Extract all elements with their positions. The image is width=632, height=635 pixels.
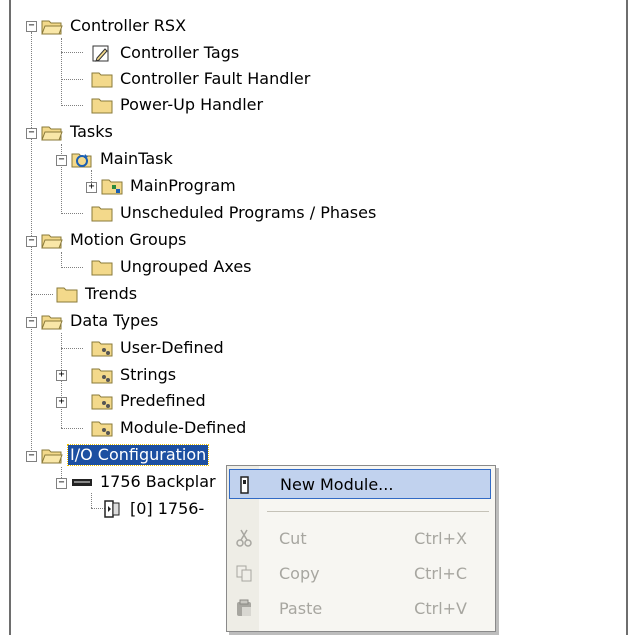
tree-node-maintask[interactable]: MainTask bbox=[71, 146, 175, 172]
tree-node-motion-groups[interactable]: Motion Groups bbox=[41, 227, 188, 253]
menu-separator bbox=[267, 511, 489, 512]
tree-node-label: MainTask bbox=[100, 149, 173, 168]
paste-icon bbox=[237, 599, 251, 616]
tree-node-mainprogram[interactable]: MainProgram bbox=[101, 173, 238, 199]
menu-item-new-module[interactable]: New Module... bbox=[229, 469, 491, 499]
scissors-icon bbox=[236, 529, 252, 547]
datatype-folder-icon bbox=[91, 341, 113, 357]
tree-node-label: I/O Configuration bbox=[66, 444, 210, 466]
tree-node-label: Controller Fault Handler bbox=[120, 69, 311, 88]
tree-line bbox=[61, 38, 62, 104]
tree-node-controller-rsx[interactable]: Controller RSX bbox=[41, 13, 188, 39]
tree-node-label: Controller Tags bbox=[120, 43, 240, 62]
datatype-folder-icon bbox=[91, 368, 113, 384]
datatype-folder-icon bbox=[91, 421, 113, 437]
program-icon bbox=[101, 179, 123, 195]
tree-node-unscheduled-programs[interactable]: Unscheduled Programs / Phases bbox=[91, 200, 378, 226]
tree-node-ungrouped-axes[interactable]: Ungrouped Axes bbox=[91, 254, 254, 280]
folder-icon bbox=[56, 287, 78, 303]
folder-icon bbox=[91, 72, 113, 88]
menu-item-paste[interactable]: Paste Ctrl+V bbox=[229, 593, 491, 623]
copy-icon bbox=[236, 565, 252, 582]
tree-node-user-defined[interactable]: User-Defined bbox=[91, 335, 226, 361]
menu-item-label: New Module... bbox=[280, 474, 394, 494]
tree-line bbox=[61, 252, 62, 268]
datatype-folder-icon bbox=[91, 394, 113, 410]
tree-node-controller-tags[interactable]: Controller Tags bbox=[91, 40, 241, 66]
tree-node-trends[interactable]: Trends bbox=[56, 281, 139, 307]
tree-node-label: Unscheduled Programs / Phases bbox=[120, 203, 377, 222]
task-icon bbox=[71, 153, 92, 168]
menu-item-shortcut: Ctrl+V bbox=[414, 598, 467, 618]
backplane-icon bbox=[72, 479, 92, 486]
tree-node-1756-backplane[interactable]: 1756 Backplar bbox=[71, 469, 218, 495]
new-module-icon bbox=[240, 476, 249, 494]
tree-node-slot-0-module[interactable]: [0] 1756- bbox=[101, 496, 206, 522]
expand-icon[interactable]: + bbox=[56, 370, 67, 381]
folder-open-icon bbox=[41, 20, 63, 35]
menu-item-label: Paste bbox=[279, 598, 323, 618]
module-icon bbox=[104, 500, 120, 518]
collapse-icon[interactable]: − bbox=[56, 478, 67, 489]
collapse-icon[interactable]: − bbox=[26, 236, 37, 247]
tree-node-tasks[interactable]: Tasks bbox=[41, 119, 115, 145]
tree-node-label: 1756 Backplar bbox=[100, 472, 216, 491]
expand-icon[interactable]: + bbox=[56, 397, 67, 408]
tree-node-label: Predefined bbox=[120, 391, 206, 410]
context-menu: New Module... Cut Ctrl+X Copy Ctrl+C Pas… bbox=[226, 465, 496, 632]
folder-open-icon bbox=[41, 234, 63, 249]
collapse-icon[interactable]: − bbox=[26, 317, 37, 328]
tree-node-power-up-handler[interactable]: Power-Up Handler bbox=[91, 92, 265, 118]
folder-icon bbox=[91, 206, 113, 222]
tree-node-label: MainProgram bbox=[130, 176, 236, 195]
tree-node-data-types[interactable]: Data Types bbox=[41, 308, 160, 334]
collapse-icon[interactable]: − bbox=[26, 21, 37, 32]
collapse-icon[interactable]: − bbox=[26, 451, 37, 462]
menu-item-cut[interactable]: Cut Ctrl+X bbox=[229, 523, 491, 553]
folder-open-icon bbox=[41, 126, 63, 141]
tree-node-label: Tasks bbox=[70, 122, 113, 141]
menu-item-label: Copy bbox=[279, 563, 320, 583]
tree-node-label: Power-Up Handler bbox=[120, 95, 264, 114]
tree-node-controller-fault-handler[interactable]: Controller Fault Handler bbox=[91, 66, 312, 92]
tree-node-strings[interactable]: Strings bbox=[91, 362, 178, 388]
tree-node-label: Motion Groups bbox=[70, 230, 187, 249]
expand-icon[interactable]: + bbox=[86, 182, 97, 193]
tree-node-label: Trends bbox=[85, 284, 138, 303]
folder-open-icon bbox=[41, 315, 63, 330]
tags-icon bbox=[92, 45, 109, 62]
folder-icon bbox=[91, 260, 113, 276]
tree-node-predefined[interactable]: Predefined bbox=[91, 388, 208, 414]
collapse-icon[interactable]: − bbox=[56, 155, 67, 166]
tree-node-label: Strings bbox=[120, 365, 177, 384]
tree-node-label: Controller RSX bbox=[70, 16, 187, 35]
menu-item-shortcut: Ctrl+X bbox=[414, 528, 467, 548]
tree-node-label: Module-Defined bbox=[120, 418, 247, 437]
collapse-icon[interactable]: − bbox=[26, 128, 37, 139]
folder-icon bbox=[91, 98, 113, 114]
menu-item-label: Cut bbox=[279, 528, 307, 548]
tree-node-label: Ungrouped Axes bbox=[120, 257, 252, 276]
tree-line bbox=[91, 493, 92, 508]
tree-node-label: User-Defined bbox=[120, 338, 224, 357]
tree-node-module-defined[interactable]: Module-Defined bbox=[91, 415, 248, 441]
menu-item-shortcut: Ctrl+C bbox=[413, 563, 467, 583]
folder-open-icon bbox=[41, 449, 63, 464]
tree-node-label: Data Types bbox=[70, 311, 159, 330]
menu-item-copy[interactable]: Copy Ctrl+C bbox=[229, 558, 491, 588]
tree-node-label: [0] 1756- bbox=[130, 499, 205, 518]
tree-node-io-configuration[interactable]: I/O Configuration bbox=[41, 442, 210, 468]
